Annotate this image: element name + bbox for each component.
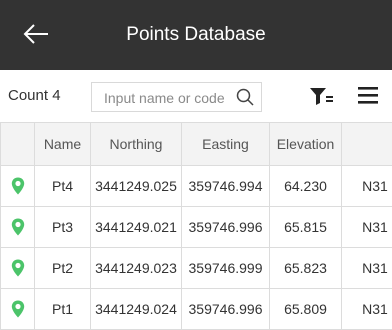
toolbar: Count 4 bbox=[0, 70, 392, 122]
cell-elevation: 65.815 bbox=[270, 207, 342, 248]
point-type-cell bbox=[1, 289, 35, 330]
cell-name: Pt2 bbox=[35, 248, 91, 289]
cell-elevation: 65.823 bbox=[270, 248, 342, 289]
page-title: Points Database bbox=[0, 24, 392, 46]
column-header-extra[interactable] bbox=[342, 123, 392, 166]
table-row[interactable]: Pt2 3441249.023 359746.999 65.823 N31 bbox=[1, 248, 392, 289]
map-pin-icon bbox=[11, 177, 25, 195]
column-header-name[interactable]: Name bbox=[35, 123, 91, 166]
search-input[interactable] bbox=[102, 83, 236, 113]
map-pin-icon bbox=[11, 300, 25, 318]
point-type-cell bbox=[1, 166, 35, 207]
table-header-row: Name Northing Easting Elevation bbox=[1, 123, 392, 166]
cell-easting: 359746.994 bbox=[182, 166, 270, 207]
cell-easting: 359746.996 bbox=[182, 207, 270, 248]
cell-easting: 359746.996 bbox=[182, 289, 270, 330]
column-header-icon bbox=[1, 123, 35, 166]
table-row[interactable]: Pt1 3441249.024 359746.996 65.809 N31 bbox=[1, 289, 392, 330]
cell-northing: 3441249.023 bbox=[91, 248, 182, 289]
point-type-cell bbox=[1, 248, 35, 289]
cell-name: Pt1 bbox=[35, 289, 91, 330]
cell-extra: N31 bbox=[342, 166, 392, 207]
cell-extra: N31 bbox=[342, 207, 392, 248]
filter-icon[interactable] bbox=[309, 86, 333, 106]
cell-easting: 359746.999 bbox=[182, 248, 270, 289]
search-icon[interactable] bbox=[236, 88, 254, 106]
column-header-northing[interactable]: Northing bbox=[91, 123, 182, 166]
points-table: Name Northing Easting Elevation Pt4 3441… bbox=[0, 122, 392, 330]
cell-northing: 3441249.025 bbox=[91, 166, 182, 207]
cell-elevation: 65.809 bbox=[270, 289, 342, 330]
app-header: Points Database bbox=[0, 0, 392, 70]
point-count: Count 4 bbox=[8, 87, 61, 104]
menu-icon[interactable] bbox=[358, 86, 378, 104]
map-pin-icon bbox=[11, 218, 25, 236]
cell-elevation: 64.230 bbox=[270, 166, 342, 207]
cell-northing: 3441249.021 bbox=[91, 207, 182, 248]
cell-name: Pt4 bbox=[35, 166, 91, 207]
map-pin-icon bbox=[11, 259, 25, 277]
table-row[interactable]: Pt3 3441249.021 359746.996 65.815 N31 bbox=[1, 207, 392, 248]
cell-name: Pt3 bbox=[35, 207, 91, 248]
column-header-elevation[interactable]: Elevation bbox=[270, 123, 342, 166]
search-box bbox=[91, 82, 262, 112]
cell-extra: N31 bbox=[342, 289, 392, 330]
column-header-easting[interactable]: Easting bbox=[182, 123, 270, 166]
cell-northing: 3441249.024 bbox=[91, 289, 182, 330]
cell-extra: N31 bbox=[342, 248, 392, 289]
point-type-cell bbox=[1, 207, 35, 248]
table-row[interactable]: Pt4 3441249.025 359746.994 64.230 N31 bbox=[1, 166, 392, 207]
